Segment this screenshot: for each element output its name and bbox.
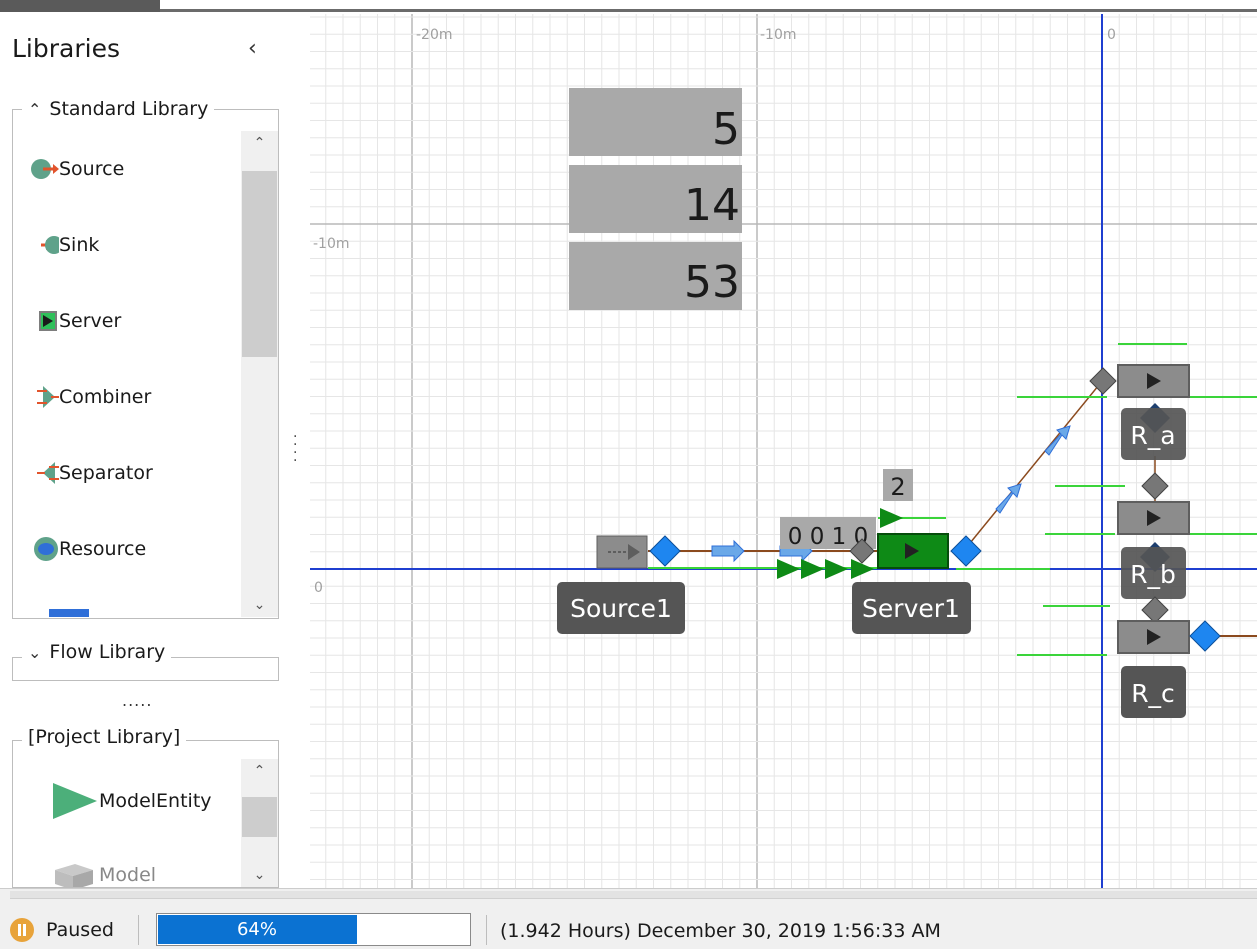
r-b-object[interactable] [1117, 501, 1190, 535]
axis-label-x-0: 0 [1107, 27, 1116, 43]
server1-label[interactable]: Server1 [852, 582, 971, 634]
library-item-source[interactable]: Source [13, 149, 124, 189]
svg-text:14: 14 [684, 180, 740, 231]
axis-label-y-0: 0 [314, 580, 323, 596]
simulation-time: (1.942 Hours) December 30, 2019 1:56:33 … [500, 920, 941, 942]
rb-input-node-icon[interactable] [1141, 472, 1169, 500]
scroll-thumb[interactable] [242, 171, 277, 357]
axis-label-x-neg20: -20m [416, 27, 453, 43]
progress-percent: 64% [236, 919, 277, 940]
combiner-icon [13, 382, 59, 412]
collapse-panel-icon[interactable]: ‹ [248, 36, 257, 61]
chevron-up-icon[interactable]: ⌃ [28, 100, 41, 119]
facility-objects: -20m -10m 0 -10m 0 5 14 53 Source1 2 0 0… [313, 27, 1257, 718]
top-strip [0, 0, 1257, 14]
sink-icon [13, 230, 63, 260]
source-icon [13, 154, 59, 184]
resource-icon [13, 534, 59, 564]
library-item-separator[interactable]: Separator [13, 453, 153, 493]
run-state: Paused [46, 919, 114, 941]
flow-library-header[interactable]: ⌄ Flow Library [22, 641, 172, 663]
rc-output-node-icon[interactable] [1189, 620, 1221, 652]
status-counter-3[interactable]: 53 [569, 242, 742, 310]
project-library-scrollbar[interactable]: ⌃ ⌄ [241, 759, 278, 887]
axis-label-x-neg10: -10m [760, 27, 797, 43]
status-bar: Paused 64% (1.942 Hours) December 30, 20… [0, 888, 1257, 949]
scroll-up-icon[interactable]: ⌃ [241, 763, 278, 779]
library-item-model[interactable]: Model [13, 855, 156, 887]
separator-icon [13, 458, 59, 488]
library-item-combiner[interactable]: Combiner [13, 377, 151, 417]
libraries-panel: Libraries ‹ ⌃ Standard Library Source Si… [0, 14, 288, 888]
server1-object[interactable] [877, 533, 949, 569]
partial-library-item [49, 609, 89, 617]
run-progress-bar: 64% [156, 913, 471, 946]
project-library-label: [Project Library] [28, 726, 181, 748]
panel-resize-dots[interactable]: ..... [122, 691, 152, 710]
pause-icon [10, 918, 34, 942]
rc-input-node-icon[interactable] [1141, 596, 1169, 624]
libraries-title: Libraries [12, 34, 120, 63]
library-item-modelentity[interactable]: ModelEntity [13, 779, 212, 823]
source1-object[interactable] [596, 535, 648, 569]
project-library-header[interactable]: [Project Library] [22, 726, 187, 748]
model-entity-icon [13, 783, 99, 819]
scroll-up-icon[interactable]: ⌃ [241, 135, 278, 151]
status-counter-1[interactable]: 5 [569, 88, 742, 156]
r-c-label[interactable]: R_c [1121, 666, 1186, 718]
r-a-label[interactable]: R_a [1121, 408, 1186, 460]
server1-processing-count[interactable]: 2 [883, 469, 913, 501]
project-library-list: ModelEntity Model [13, 759, 241, 887]
svg-text:R_c: R_c [1131, 679, 1175, 708]
status-counter-2[interactable]: 14 [569, 165, 742, 233]
standard-library-label: Standard Library [49, 98, 209, 120]
standard-library-header[interactable]: ⌃ Standard Library [22, 98, 215, 120]
library-item-sink[interactable]: Sink [13, 225, 99, 265]
r-a-object[interactable] [1117, 364, 1190, 398]
svg-text:R_a: R_a [1130, 421, 1175, 450]
source1-output-node-icon[interactable] [649, 535, 681, 567]
library-item-resource[interactable]: Resource [13, 529, 146, 569]
svg-text:R_b: R_b [1130, 560, 1176, 589]
scroll-thumb[interactable] [242, 797, 277, 837]
flow-library-label: Flow Library [49, 641, 166, 663]
svg-text:Server1: Server1 [862, 594, 960, 623]
scroll-down-icon[interactable]: ⌄ [241, 597, 278, 613]
svg-text:53: 53 [684, 257, 740, 308]
server1-output-node-icon[interactable] [950, 535, 982, 567]
panel-splitter-icon[interactable]: · · · · [293, 430, 297, 468]
r-c-object[interactable] [1117, 620, 1190, 654]
server-icon [13, 306, 59, 336]
source1-label[interactable]: Source1 [557, 582, 685, 634]
library-item-server[interactable]: Server [13, 301, 121, 341]
axis-label-y-neg10: -10m [313, 236, 350, 252]
model-canvas[interactable]: -20m -10m 0 -10m 0 5 14 53 Source1 2 0 0… [310, 14, 1257, 888]
simio-window: Libraries ‹ ⌃ Standard Library Source Si… [0, 0, 1257, 949]
svg-text:5: 5 [712, 104, 740, 155]
standard-library-list: Source Sink Server Combiner Separator Re… [13, 131, 241, 617]
horizontal-scrollbar[interactable] [10, 891, 1257, 899]
active-tab-marker[interactable] [0, 0, 160, 12]
chevron-down-icon[interactable]: ⌄ [28, 643, 41, 662]
svg-text:Source1: Source1 [570, 594, 672, 623]
scroll-down-icon[interactable]: ⌄ [241, 867, 278, 883]
standard-library-scrollbar[interactable]: ⌃ ⌄ [241, 131, 278, 617]
model-icon [13, 860, 99, 887]
path-server-ra[interactable] [965, 379, 1104, 549]
r-b-label[interactable]: R_b [1121, 547, 1186, 599]
svg-text:2: 2 [890, 473, 905, 501]
